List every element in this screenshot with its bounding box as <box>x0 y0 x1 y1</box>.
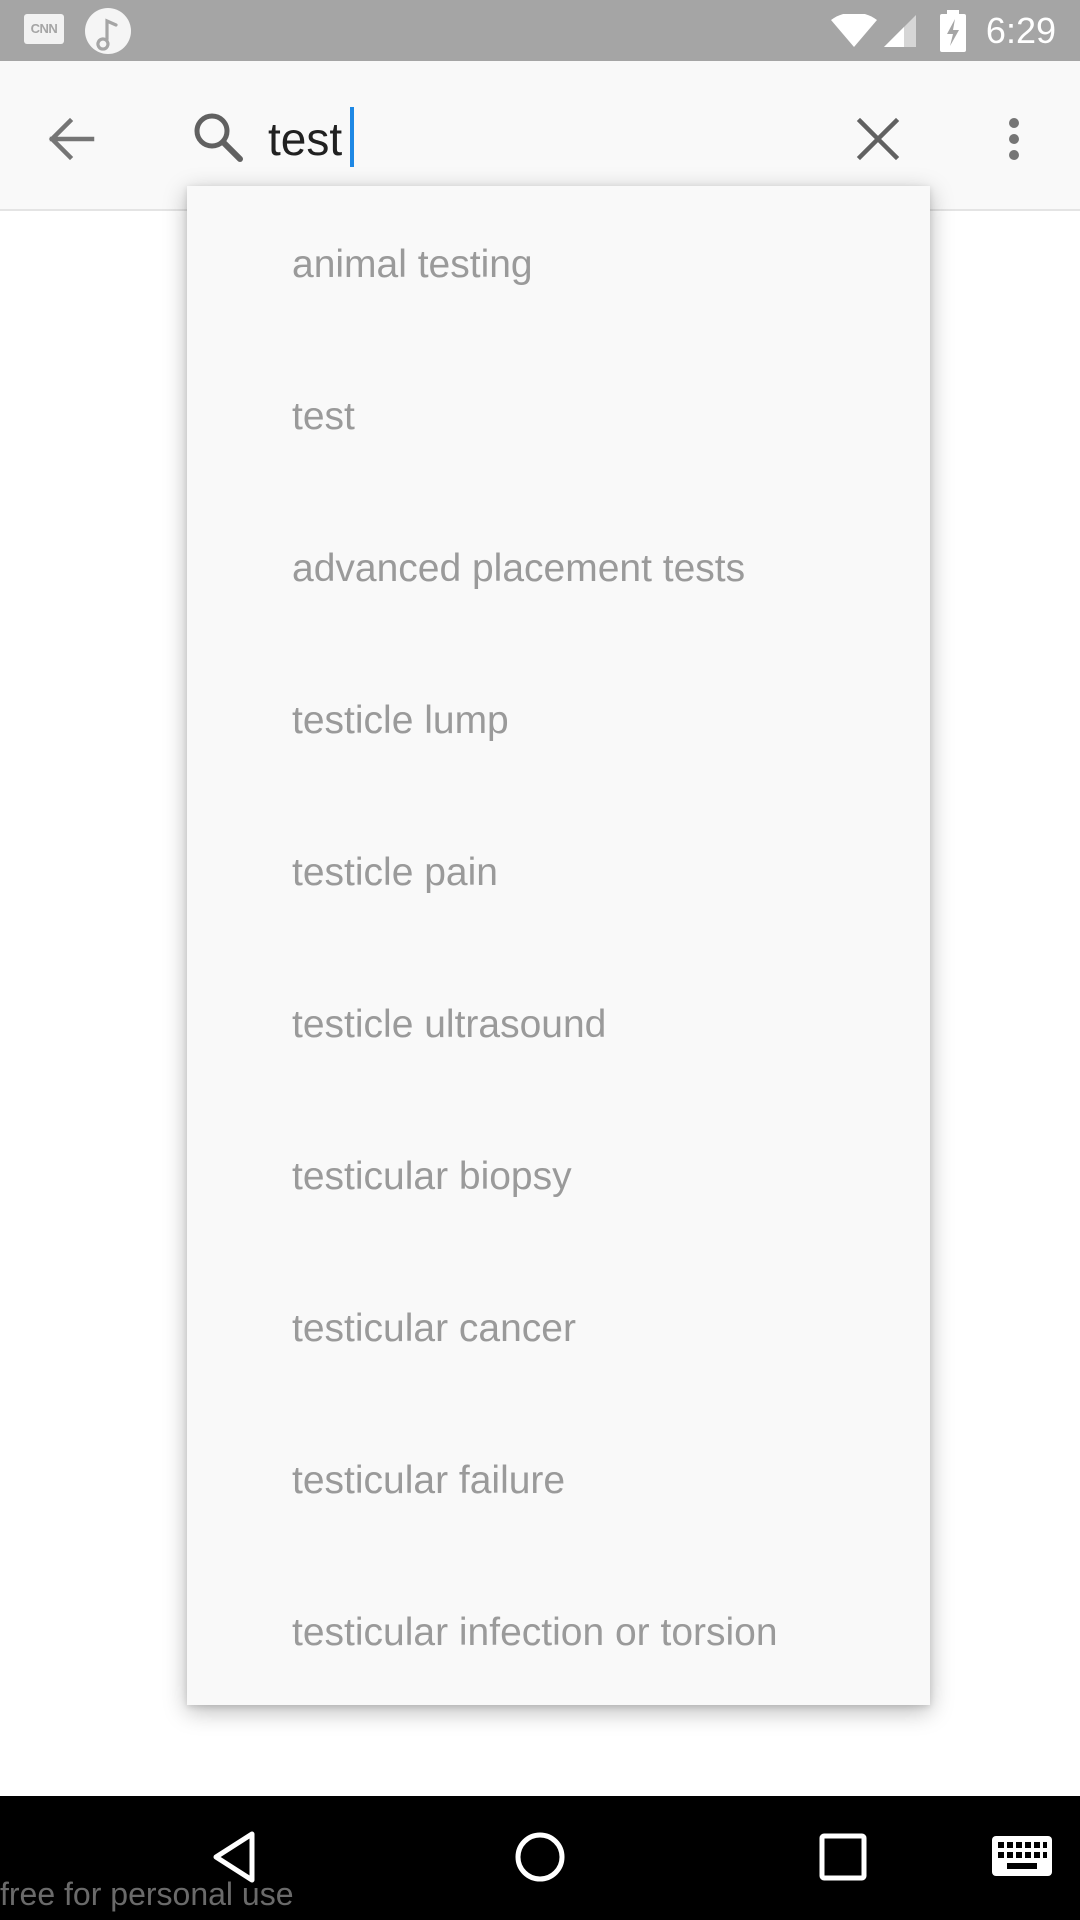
suggestion-label: testicular cancer <box>292 1307 576 1350</box>
overflow-menu-button[interactable] <box>990 103 1038 175</box>
suggestion-item[interactable]: advanced placement tests <box>187 493 930 645</box>
suggestion-item[interactable]: testicle pain <box>187 797 930 949</box>
suggestion-label: testicular biopsy <box>292 1155 572 1198</box>
suggestion-label: advanced placement tests <box>292 547 746 590</box>
cnn-icon-label: CNN <box>30 21 58 36</box>
suggestion-item[interactable]: testicular infection or torsion <box>187 1557 930 1709</box>
suggestion-label: testicle pain <box>292 851 498 894</box>
clear-search-button[interactable] <box>842 103 914 175</box>
status-bar: CNN 6:29 <box>0 0 1080 61</box>
search-suggestions-dropdown: animal testing test advanced placement t… <box>187 186 930 1705</box>
suggestion-label: testicular failure <box>292 1459 566 1502</box>
suggestion-label: test <box>292 395 355 438</box>
signal-icon <box>884 15 916 47</box>
suggestion-label: testicular infection or torsion <box>292 1611 778 1654</box>
arrow-left-icon <box>48 117 95 161</box>
search-icon <box>188 107 248 167</box>
status-clock: 6:29 <box>985 10 1056 51</box>
suggestion-item[interactable]: testicular failure <box>187 1405 930 1557</box>
screen: CNN 6:29 test animal testing test advanc… <box>0 0 1080 1920</box>
nav-recents-icon <box>819 1833 867 1881</box>
suggestion-label: testicle ultrasound <box>292 1003 607 1046</box>
nav-home-button[interactable] <box>505 1822 575 1892</box>
music-icon <box>85 8 131 54</box>
close-icon <box>856 117 900 161</box>
keyboard-icon <box>992 1836 1052 1876</box>
suggestion-item[interactable]: testicular cancer <box>187 1253 930 1405</box>
keyboard-button[interactable] <box>990 1832 1054 1882</box>
back-button[interactable] <box>36 103 108 175</box>
suggestion-item[interactable]: testicle ultrasound <box>187 949 930 1101</box>
nav-recents-button[interactable] <box>808 1822 878 1892</box>
suggestion-item[interactable]: animal testing <box>187 189 930 341</box>
watermark-text: free for personal use <box>0 1876 294 1912</box>
nav-home-icon <box>515 1832 565 1882</box>
suggestion-label: testicle lump <box>292 699 509 742</box>
suggestion-item[interactable]: test <box>187 341 930 493</box>
battery-charging-icon <box>940 10 966 52</box>
text-cursor <box>350 107 354 167</box>
suggestion-item[interactable]: testicle lump <box>187 645 930 797</box>
more-vert-icon <box>1009 118 1019 160</box>
suggestion-item[interactable]: testicular biopsy <box>187 1101 930 1253</box>
cnn-icon: CNN <box>24 14 64 44</box>
wifi-icon <box>831 14 877 47</box>
suggestion-label: animal testing <box>292 243 533 286</box>
